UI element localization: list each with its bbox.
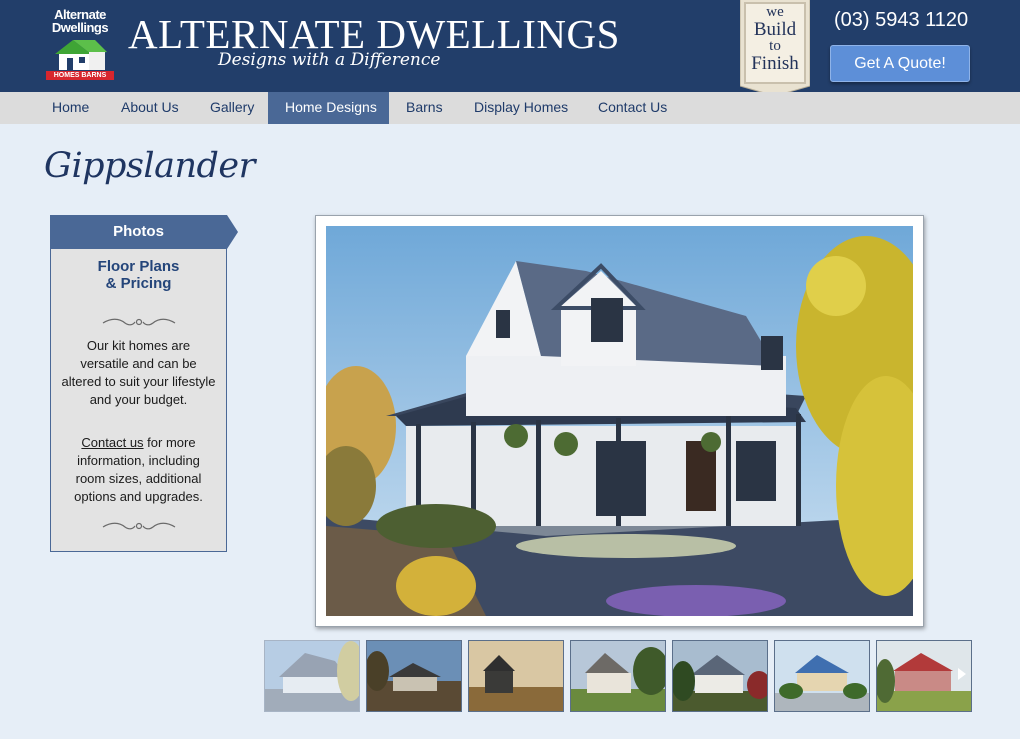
badge-line-finish: Finish xyxy=(751,53,799,74)
sidebar-panel: Photos Floor Plans & Pricing Our kit hom… xyxy=(50,215,238,552)
flourish-divider-bottom-icon xyxy=(102,522,176,530)
nav-item-barns[interactable]: Barns xyxy=(389,92,460,124)
contact-us-link[interactable]: Contact us xyxy=(81,435,143,450)
page-title: Gippslander xyxy=(44,146,255,186)
phone-number[interactable]: (03) 5943 1120 xyxy=(834,9,968,32)
main-nav: Home About Us Gallery Home Designs Barns… xyxy=(0,92,1020,124)
floor-plans-line1: Floor Plans xyxy=(97,258,180,275)
main-house-photo[interactable] xyxy=(326,226,913,616)
nav-item-about-us[interactable]: About Us xyxy=(104,92,196,124)
logo-house-icon xyxy=(55,40,107,70)
floor-plans-line2: & Pricing xyxy=(105,275,172,292)
gallery-thumbnail[interactable] xyxy=(366,640,462,712)
gallery-thumbnail[interactable] xyxy=(774,640,870,712)
logo-subtitle: HOMES BARNS xyxy=(46,71,114,80)
nav-item-home-designs[interactable]: Home Designs xyxy=(268,92,389,124)
floor-plans-pricing-link[interactable]: Floor Plans & Pricing xyxy=(51,258,226,292)
sidebar-paragraph-1: Our kit homes are versatile and can be a… xyxy=(61,338,216,407)
site-header: Alternate Dwellings HOMES BARNS ALTERNAT… xyxy=(0,0,1020,96)
sidebar-tab-photos[interactable]: Photos xyxy=(50,215,238,249)
thumbnail-image xyxy=(367,641,461,711)
gallery-thumbnail[interactable] xyxy=(672,640,768,712)
nav-item-contact-us[interactable]: Contact Us xyxy=(581,92,684,124)
thumbnail-image xyxy=(469,641,563,711)
sidebar-paragraph-2: Contact us for more information, includi… xyxy=(61,434,216,506)
brand-tagline: Designs with a Difference xyxy=(218,50,441,70)
gallery-thumbnail[interactable] xyxy=(264,640,360,712)
main-photo-frame xyxy=(315,215,924,627)
nav-item-gallery[interactable]: Gallery xyxy=(193,92,271,124)
get-a-quote-button[interactable]: Get A Quote! xyxy=(830,45,970,82)
nav-item-home[interactable]: Home xyxy=(35,92,106,124)
gallery-thumbnail[interactable] xyxy=(468,640,564,712)
thumbnail-image xyxy=(571,641,665,711)
nav-item-display-homes[interactable]: Display Homes xyxy=(457,92,585,124)
logo-text-line2: Dwellings xyxy=(51,20,109,35)
thumbnail-next-arrow-icon[interactable] xyxy=(958,668,966,680)
thumbnail-image xyxy=(673,641,767,711)
build-to-finish-badge: we Build to Finish xyxy=(740,0,810,96)
site-logo[interactable]: Alternate Dwellings HOMES BARNS xyxy=(46,8,114,82)
gallery-thumbnail[interactable] xyxy=(570,640,666,712)
thumbnail-image xyxy=(265,641,359,711)
flourish-divider-icon xyxy=(102,318,176,326)
thumbnail-image xyxy=(775,641,869,711)
sidebar-tab-label: Photos xyxy=(113,223,164,240)
badge-line-build: Build xyxy=(753,19,797,40)
house-photo-image xyxy=(326,226,913,616)
badge-text: we Build to Finish xyxy=(744,2,806,84)
